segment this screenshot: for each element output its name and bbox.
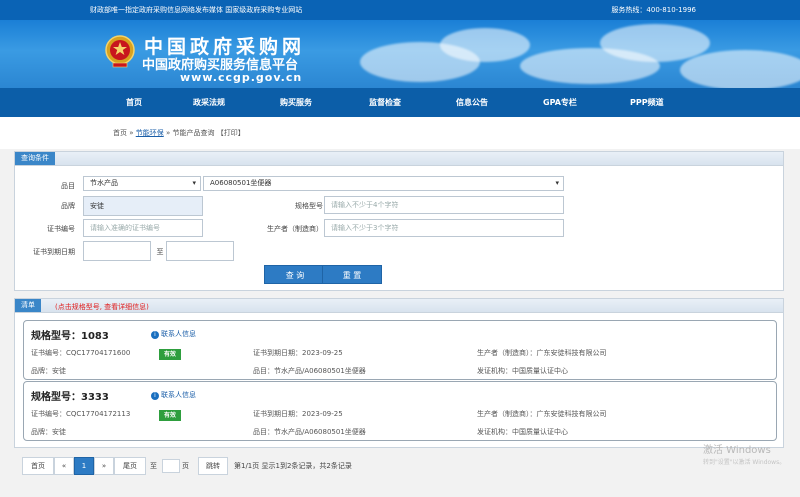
date-range-separator: 至 <box>156 248 164 256</box>
info-icon: i <box>151 331 159 339</box>
result-model-link[interactable]: 规格型号：1083 <box>31 327 109 342</box>
expiry-date-to-input[interactable] <box>166 241 234 261</box>
nav-item-home[interactable]: 首页 <box>126 97 142 108</box>
pagination-summary: 第1/1页 显示1到2条记录，共2条记录 <box>234 462 352 470</box>
cert-number-label: 证书编号 <box>47 225 75 233</box>
result-cert-number: 证书编号：CQC17704171600 <box>31 349 131 357</box>
contact-info-link[interactable]: i 联系人信息 <box>151 390 196 400</box>
query-panel-title: 查询条件 <box>15 152 55 165</box>
jump-button[interactable]: 跳转 <box>198 457 228 475</box>
result-issuer: 发证机构：中国质量认证中心 <box>477 367 568 375</box>
category-select[interactable]: 节水产品 ▾ <box>83 176 201 191</box>
nav-item-gpa[interactable]: GPA专栏 <box>543 97 577 108</box>
query-panel: 查询条件 品目 节水产品 ▾ A06080501坐便器 ▾ 品牌 安徒 规格型号… <box>14 151 784 291</box>
category-detail-selected-value: A06080501坐便器 <box>210 179 272 187</box>
result-model-link[interactable]: 规格型号：3333 <box>31 388 109 403</box>
model-input-placeholder: 请输入不少于4个字符 <box>331 201 399 209</box>
cloud-decoration <box>680 50 800 88</box>
contact-info-link[interactable]: i 联系人信息 <box>151 329 196 339</box>
result-manufacturer: 生产者（制造商）：广东安徒科技有限公司 <box>477 410 607 418</box>
cert-number-input[interactable]: 请输入准确的证书编号 <box>83 219 203 237</box>
result-cert-number: 证书编号：CQC17704172113 <box>31 410 131 418</box>
goto-page-input[interactable] <box>162 459 180 473</box>
national-emblem-icon <box>105 35 135 68</box>
breadcrumb-bar: 首页 » 节能环保 » 节能产品查询 【打印】 <box>0 117 800 149</box>
model-label: 规格型号 <box>295 202 323 210</box>
model-input[interactable]: 请输入不少于4个字符 <box>324 196 564 214</box>
cloud-decoration <box>440 28 530 62</box>
result-manufacturer: 生产者（制造商）：广东安徒科技有限公司 <box>477 349 607 357</box>
result-brand: 品牌：安徒 <box>31 428 66 436</box>
nav-item-purchase-services[interactable]: 购买服务 <box>280 97 312 108</box>
print-link[interactable]: 【打印】 <box>217 129 245 137</box>
result-card: 规格型号：3333 i 联系人信息 证书编号：CQC17704172113 有效 … <box>23 381 777 441</box>
brand-label: 品牌 <box>61 202 75 210</box>
result-category: 品目：节水产品/A06080501坐便器 <box>253 367 366 375</box>
top-bar-slogan: 财政部唯一指定政府采购信息网络发布媒体 国家级政府采购专业网站 <box>90 6 303 14</box>
results-panel-header: 清单 (点击规格型号, 查看详细信息) <box>15 299 783 313</box>
brand-input-value: 安徒 <box>90 202 104 210</box>
query-panel-header: 查询条件 <box>15 152 783 166</box>
brand-input[interactable]: 安徒 <box>83 196 203 216</box>
contact-info-label: 联系人信息 <box>161 330 196 338</box>
reset-button[interactable]: 重 置 <box>322 265 382 284</box>
nav-item-announcements[interactable]: 信息公告 <box>456 97 488 108</box>
result-category: 品目：节水产品/A06080501坐便器 <box>253 428 366 436</box>
status-badge: 有效 <box>159 349 182 360</box>
results-panel: 清单 (点击规格型号, 查看详细信息) 规格型号：1083 i 联系人信息 证书编… <box>14 298 784 448</box>
next-page-button[interactable]: » <box>94 457 114 475</box>
manufacturer-input-placeholder: 请输入不少于3个字符 <box>331 224 399 232</box>
windows-activation-hint: 转到"设置"以激活 Windows。 <box>703 459 786 466</box>
info-icon: i <box>151 392 159 400</box>
breadcrumb: 首页 » 节能环保 » 节能产品查询 【打印】 <box>113 128 245 138</box>
chevron-down-icon: ▾ <box>555 179 559 187</box>
result-issuer: 发证机构：中国质量认证中心 <box>477 428 568 436</box>
breadcrumb-separator: » <box>127 129 136 137</box>
top-bar: 财政部唯一指定政府采购信息网络发布媒体 国家级政府采购专业网站 服务热线：400… <box>0 0 800 20</box>
site-banner: 中国政府采购网 中国政府购买服务信息平台 www.ccgp.gov.cn <box>0 20 800 88</box>
chevron-down-icon: ▾ <box>192 179 196 187</box>
nav-item-ppp[interactable]: PPP频道 <box>630 97 664 108</box>
results-hint: (点击规格型号, 查看详细信息) <box>55 303 149 311</box>
first-page-button[interactable]: 首页 <box>22 457 54 475</box>
main-nav: 首页 政采法规 购买服务 监督检查 信息公告 GPA专栏 PPP频道 <box>0 88 800 117</box>
result-brand: 品牌：安徒 <box>31 367 66 375</box>
breadcrumb-current: 节能产品查询 <box>172 129 215 137</box>
site-url: www.ccgp.gov.cn <box>180 71 303 84</box>
nav-item-supervision[interactable]: 监督检查 <box>369 97 401 108</box>
manufacturer-input[interactable]: 请输入不少于3个字符 <box>324 219 564 237</box>
category-detail-select[interactable]: A06080501坐便器 ▾ <box>203 176 564 191</box>
windows-activation-title: 激活 Windows <box>703 445 771 456</box>
page-1-button[interactable]: 1 <box>74 457 94 475</box>
breadcrumb-home[interactable]: 首页 <box>113 129 127 137</box>
manufacturer-label: 生产者（制造商） <box>267 225 323 233</box>
status-badge: 有效 <box>159 410 182 421</box>
result-card: 规格型号：1083 i 联系人信息 证书编号：CQC17704171600 有效 … <box>23 320 777 380</box>
cert-number-input-placeholder: 请输入准确的证书编号 <box>90 224 160 232</box>
expiry-date-from-input[interactable] <box>83 241 151 261</box>
goto-suffix: 页 <box>182 462 189 470</box>
cloud-decoration <box>600 24 710 62</box>
result-expiry-date: 证书到期日期：2023-09-25 <box>253 349 343 357</box>
category-selected-value: 节水产品 <box>90 179 118 187</box>
prev-page-button[interactable]: « <box>54 457 74 475</box>
nav-item-regulations[interactable]: 政采法规 <box>193 97 225 108</box>
result-expiry-date: 证书到期日期：2023-09-25 <box>253 410 343 418</box>
search-button[interactable]: 查 询 <box>264 265 326 284</box>
expiry-date-label: 证书到期日期 <box>33 248 75 256</box>
last-page-button[interactable]: 尾页 <box>114 457 146 475</box>
goto-prefix: 至 <box>150 462 157 470</box>
results-panel-title: 清单 <box>15 299 41 312</box>
contact-info-label: 联系人信息 <box>161 391 196 399</box>
service-hotline: 服务热线：400-810-1996 <box>611 6 696 14</box>
breadcrumb-section[interactable]: 节能环保 <box>136 129 164 137</box>
category-label: 品目 <box>61 182 75 190</box>
